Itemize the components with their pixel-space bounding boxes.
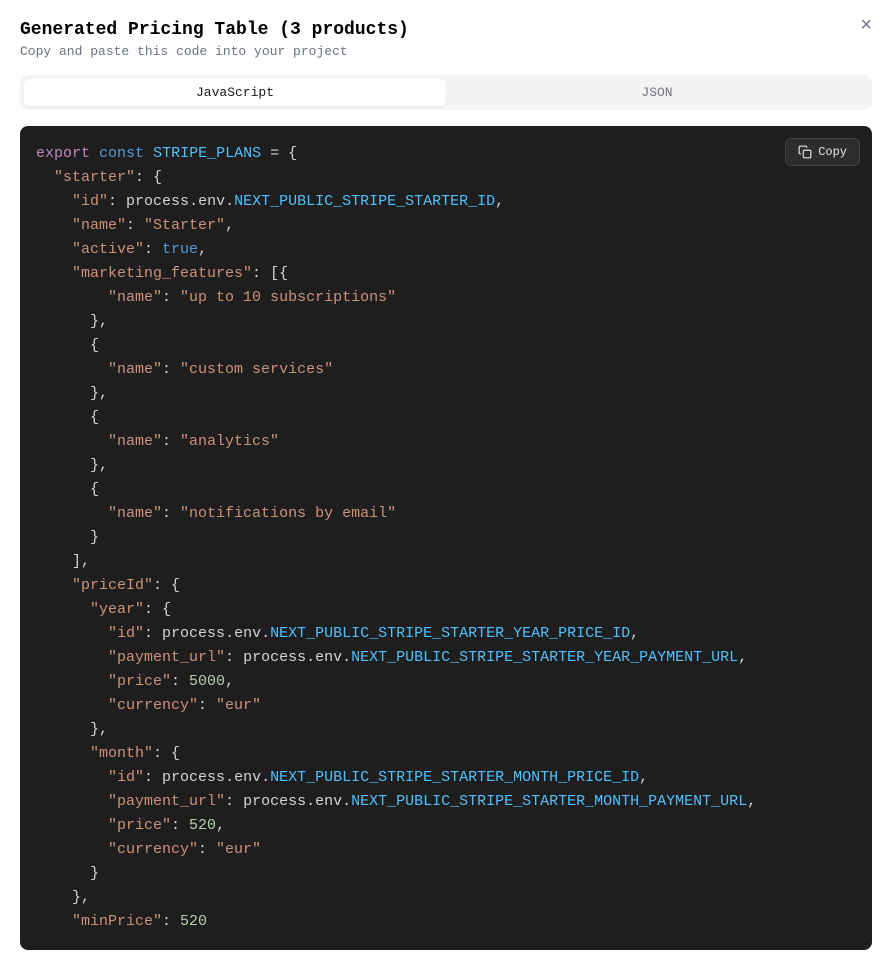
close-icon: × [860, 14, 872, 36]
tabs: JavaScript JSON [20, 75, 872, 110]
copy-icon [798, 145, 812, 159]
dialog-header: Generated Pricing Table (3 products) Cop… [20, 20, 872, 59]
tab-javascript[interactable]: JavaScript [24, 79, 446, 106]
code-content: export const STRIPE_PLANS = { "starter":… [36, 142, 856, 934]
tab-json[interactable]: JSON [446, 79, 868, 106]
copy-button[interactable]: Copy [785, 138, 860, 166]
copy-label: Copy [818, 145, 847, 159]
dialog-title: Generated Pricing Table (3 products) [20, 20, 872, 40]
close-button[interactable]: × [860, 15, 872, 35]
code-block: Copy export const STRIPE_PLANS = { "star… [20, 126, 872, 950]
dialog-subtitle: Copy and paste this code into your proje… [20, 44, 872, 59]
